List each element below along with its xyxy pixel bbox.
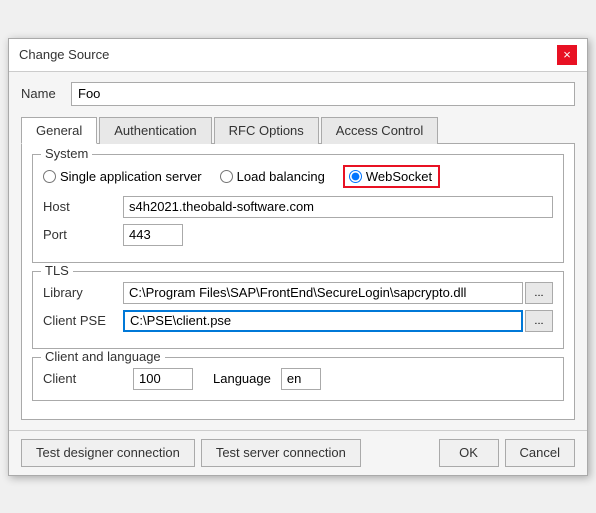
tab-access-control[interactable]: Access Control (321, 117, 438, 144)
tab-authentication[interactable]: Authentication (99, 117, 211, 144)
footer-left: Test designer connection Test server con… (21, 439, 361, 467)
client-pse-label: Client PSE (43, 313, 123, 328)
test-server-button[interactable]: Test server connection (201, 439, 361, 467)
host-label: Host (43, 199, 123, 214)
host-input[interactable] (123, 196, 553, 218)
load-balancing-option[interactable]: Load balancing (220, 169, 325, 184)
tls-fieldset: TLS Library ... Client PSE ... (32, 271, 564, 349)
tab-rfc-options[interactable]: RFC Options (214, 117, 319, 144)
client-language-row: Client Language (43, 368, 553, 390)
change-source-dialog: Change Source × Name General Authenticat… (8, 38, 588, 476)
dialog-body: Name General Authentication RFC Options … (9, 72, 587, 430)
language-input[interactable] (281, 368, 321, 390)
websocket-radio[interactable] (349, 170, 362, 183)
tls-legend: TLS (41, 263, 73, 278)
client-pse-input-group: ... (123, 310, 553, 332)
port-input[interactable] (123, 224, 183, 246)
host-row: Host (43, 196, 553, 218)
client-pse-row: Client PSE ... (43, 310, 553, 332)
language-label: Language (213, 371, 271, 386)
library-input-group: ... (123, 282, 553, 304)
system-fieldset: System Single application server Load ba… (32, 154, 564, 263)
client-input[interactable] (133, 368, 193, 390)
dialog-title: Change Source (19, 47, 109, 62)
server-type-row: Single application server Load balancing… (43, 165, 553, 188)
title-bar: Change Source × (9, 39, 587, 72)
dialog-footer: Test designer connection Test server con… (9, 430, 587, 475)
client-language-legend: Client and language (41, 349, 165, 364)
name-label: Name (21, 86, 71, 101)
test-designer-button[interactable]: Test designer connection (21, 439, 195, 467)
library-input[interactable] (123, 282, 523, 304)
ok-button[interactable]: OK (439, 439, 499, 467)
tab-content-general: System Single application server Load ba… (21, 144, 575, 420)
client-label: Client (43, 371, 123, 386)
single-server-radio[interactable] (43, 170, 56, 183)
tabs: General Authentication RFC Options Acces… (21, 116, 575, 144)
client-language-fieldset: Client and language Client Language (32, 357, 564, 401)
cancel-button[interactable]: Cancel (505, 439, 575, 467)
client-pse-browse-button[interactable]: ... (525, 310, 553, 332)
name-input[interactable] (71, 82, 575, 106)
port-label: Port (43, 227, 123, 242)
name-row: Name (21, 82, 575, 106)
library-row: Library ... (43, 282, 553, 304)
system-legend: System (41, 146, 92, 161)
single-server-option[interactable]: Single application server (43, 169, 202, 184)
load-balancing-radio[interactable] (220, 170, 233, 183)
library-label: Library (43, 285, 123, 300)
footer-right: OK Cancel (439, 439, 575, 467)
websocket-option[interactable]: WebSocket (343, 165, 440, 188)
client-pse-input[interactable] (123, 310, 523, 332)
port-row: Port (43, 224, 553, 246)
library-browse-button[interactable]: ... (525, 282, 553, 304)
close-button[interactable]: × (557, 45, 577, 65)
tab-general[interactable]: General (21, 117, 97, 144)
